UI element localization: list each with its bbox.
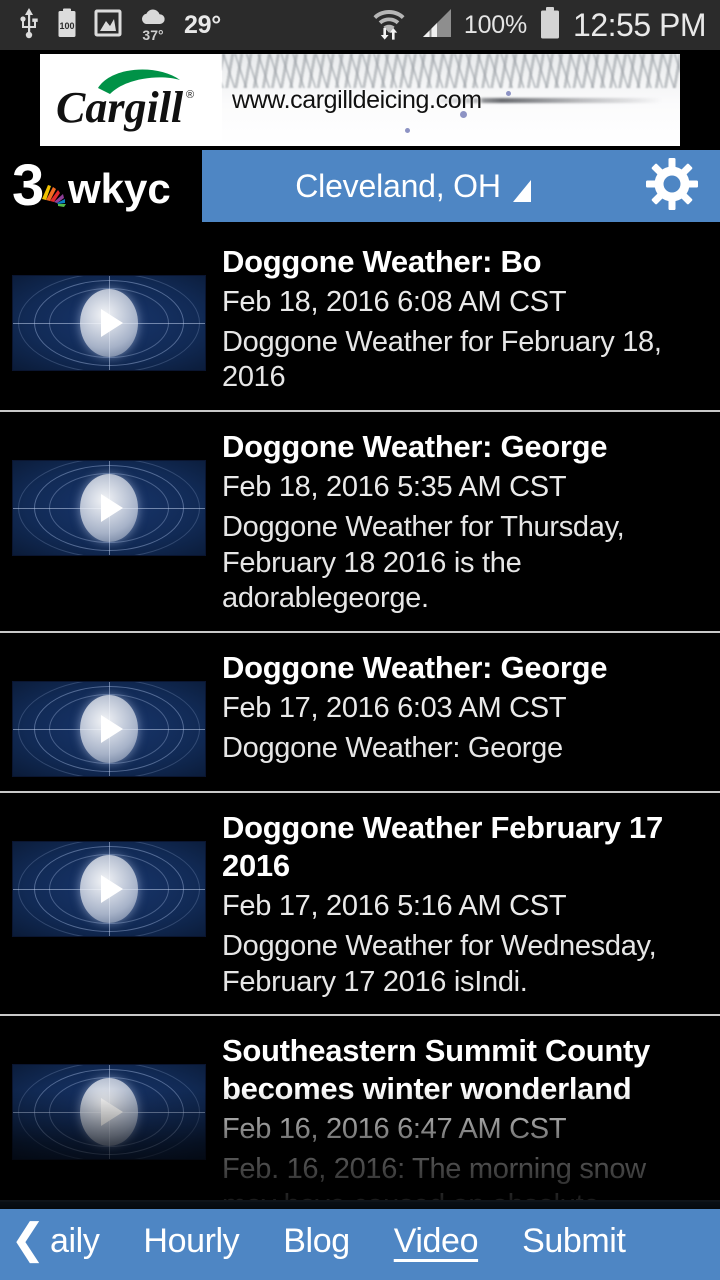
status-bar-left-icons: 100 37° 29° <box>18 7 221 44</box>
ad-url-text[interactable]: www.cargilldeicing.com <box>232 86 482 115</box>
play-button-icon <box>80 289 138 357</box>
battery-saver-label: 100 <box>59 21 74 31</box>
station-callsign: wkyc <box>67 165 171 212</box>
play-button-icon <box>80 474 138 543</box>
location-label: Cleveland, OH <box>295 167 501 204</box>
list-item-text: Doggone Weather: George Feb 18, 2016 5:3… <box>222 426 704 617</box>
cellular-signal-icon <box>417 7 453 44</box>
expand-caret-icon <box>512 180 531 202</box>
video-title: Doggone Weather: George <box>222 429 608 465</box>
weather-current-temp: 29° <box>184 10 221 39</box>
usb-icon <box>18 7 40 44</box>
status-bar-clock: 12:55 PM <box>573 6 706 43</box>
play-button-icon <box>80 854 138 923</box>
app-header-bar: 3 wkyc Cleveland, OH <box>0 150 720 222</box>
video-description: Doggone Weather: George <box>222 731 563 764</box>
tab-daily[interactable]: aily <box>50 1222 121 1261</box>
video-thumbnail[interactable] <box>12 275 206 371</box>
video-description: Doggone Weather for February 18, 2016 <box>222 325 662 394</box>
list-item-text: Doggone Weather: George Feb 17, 2016 6:0… <box>222 647 704 777</box>
tab-submit[interactable]: Submit <box>500 1222 647 1261</box>
registered-mark: ® <box>186 89 194 101</box>
video-title: Doggone Weather February 17 2016 <box>222 809 663 884</box>
video-date: Feb 17, 2016 6:03 AM CST <box>222 692 567 725</box>
video-thumbnail[interactable] <box>12 1064 206 1161</box>
list-item-text: Doggone Weather: Bo Feb 18, 2016 6:08 AM… <box>222 241 704 396</box>
video-title: Doggone Weather: Bo <box>222 244 542 279</box>
video-list: Doggone Weather: Bo Feb 18, 2016 6:08 AM… <box>0 227 720 1209</box>
bottom-tab-list: aily Hourly Blog Video Submit <box>50 1222 720 1261</box>
gear-icon <box>645 157 699 216</box>
video-date: Feb 16, 2016 6:47 AM CST <box>222 1113 567 1146</box>
play-button-icon <box>80 694 138 763</box>
list-item-text: Doggone Weather February 17 2016 Feb 17,… <box>222 807 704 1000</box>
advertisement-area: Cargill ® www.cargilldeicing.com <box>0 50 720 150</box>
list-item[interactable]: Doggone Weather: Bo Feb 18, 2016 6:08 AM… <box>0 227 720 413</box>
play-button-icon <box>80 1078 138 1147</box>
video-thumbnail[interactable] <box>12 460 206 557</box>
location-selector[interactable]: Cleveland, OH <box>202 168 624 205</box>
video-list-scroll-area[interactable]: Doggone Weather: Bo Feb 18, 2016 6:08 AM… <box>0 227 720 1209</box>
video-thumbnail[interactable] <box>12 840 206 937</box>
video-date: Feb 17, 2016 5:16 AM CST <box>222 890 567 923</box>
svg-text:Cargill: Cargill <box>56 83 184 132</box>
wkyc-station-logo[interactable]: 3 wkyc <box>0 150 202 222</box>
chevron-left-icon[interactable]: ❮ <box>0 1218 56 1264</box>
video-thumbnail[interactable] <box>12 680 206 777</box>
weather-status-group: 37° <box>138 8 168 43</box>
app-root: 100 37° 29° 100% 12:55 PM Cargill ® www.… <box>0 0 720 1280</box>
cargill-ad-banner[interactable]: Cargill ® www.cargilldeicing.com <box>40 54 680 146</box>
image-icon <box>94 7 122 44</box>
status-bar-right-icons: 100% 12:55 PM <box>372 6 706 45</box>
list-item[interactable]: Doggone Weather: George Feb 18, 2016 5:3… <box>0 412 720 633</box>
settings-button[interactable] <box>624 157 720 216</box>
cloud-icon <box>138 8 168 29</box>
station-channel-number: 3 <box>12 155 44 217</box>
video-description: Doggone Weather for Thursday, February 1… <box>222 510 625 615</box>
tab-hourly[interactable]: Hourly <box>121 1222 261 1261</box>
video-title: Southeastern Summit County becomes winte… <box>222 1033 650 1107</box>
tab-blog[interactable]: Blog <box>261 1222 371 1261</box>
android-status-bar: 100 37° 29° 100% 12:55 PM <box>0 0 720 50</box>
bottom-tab-bar: ❮ aily Hourly Blog Video Submit <box>0 1200 720 1280</box>
wifi-transfer-icon <box>372 6 406 45</box>
video-date: Feb 18, 2016 5:35 AM CST <box>222 471 567 504</box>
video-date: Feb 18, 2016 6:08 AM CST <box>222 286 567 319</box>
list-item[interactable]: Doggone Weather February 17 2016 Feb 17,… <box>0 792 720 1017</box>
list-item[interactable]: Southeastern Summit County becomes winte… <box>0 1016 720 1209</box>
list-item-text: Southeastern Summit County becomes winte… <box>222 1030 704 1209</box>
battery-100-icon: 100 <box>56 7 78 44</box>
video-description: Doggone Weather for Wednesday, February … <box>222 929 657 998</box>
list-item[interactable]: Doggone Weather: George Feb 17, 2016 6:0… <box>0 632 720 793</box>
video-title: Doggone Weather: George <box>222 649 608 685</box>
battery-full-icon <box>538 6 562 45</box>
weather-low-temp: 37° <box>142 26 164 43</box>
cargill-logo: Cargill ® <box>54 64 224 136</box>
tab-video[interactable]: Video <box>372 1222 500 1261</box>
battery-percent-label: 100% <box>463 10 528 39</box>
